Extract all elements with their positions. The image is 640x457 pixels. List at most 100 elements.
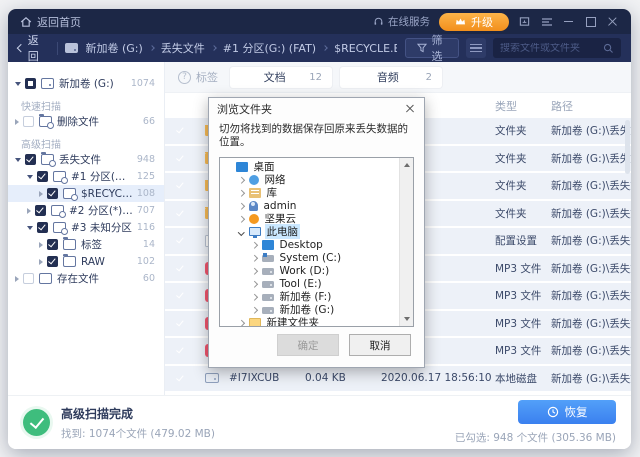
back-button[interactable]: 返回	[18, 32, 49, 64]
chevron-right-icon[interactable]	[39, 242, 43, 248]
chevron-collapsed-icon[interactable]	[251, 255, 257, 261]
chevron-collapsed-icon[interactable]	[251, 268, 257, 274]
sidebar-checkbox[interactable]	[23, 273, 34, 284]
dialog-tree-item[interactable]: Desktop	[222, 238, 395, 251]
chevron-expanded-icon[interactable]	[238, 229, 244, 235]
file-name: #I7IXCUB	[229, 372, 305, 384]
breadcrumb-item[interactable]: 新加卷 (G:)	[85, 40, 142, 56]
feedback-icon[interactable]	[518, 15, 531, 28]
chevron-down-icon[interactable]	[27, 175, 33, 179]
breadcrumb-separator-icon	[322, 45, 328, 51]
sidebar-checkbox[interactable]	[47, 188, 58, 199]
menu-icon[interactable]	[540, 15, 553, 28]
dialog-tree-item[interactable]: 网络	[222, 173, 395, 186]
sidebar-item[interactable]: $RECYCLE.BIN108	[8, 185, 164, 202]
recover-button[interactable]: 恢复	[518, 400, 616, 424]
tab-documents[interactable]: 文档 12	[230, 67, 332, 88]
chevron-collapsed-icon[interactable]	[251, 242, 257, 248]
header-type[interactable]: 类型	[495, 98, 551, 114]
chevron-collapsed-icon[interactable]	[238, 320, 244, 326]
vertical-scrollbar[interactable]	[625, 120, 630, 174]
upgrade-button[interactable]: 升级	[439, 13, 509, 31]
tag-toggle[interactable]: 标签	[178, 69, 218, 85]
search-input[interactable]	[500, 43, 599, 54]
sidebar-checkbox[interactable]	[37, 222, 48, 233]
chevron-collapsed-icon[interactable]	[251, 307, 257, 313]
filter-button[interactable]: 筛选	[405, 38, 460, 58]
sidebar-checkbox[interactable]	[37, 171, 48, 182]
dialog-tree-item[interactable]: 此电脑	[222, 225, 395, 238]
dialog-tree-item[interactable]: System (C:)	[222, 251, 395, 264]
chevron-collapsed-icon[interactable]	[251, 294, 257, 300]
breadcrumb-item[interactable]: #1 分区(G:) (FAT)	[223, 40, 316, 56]
sidebar-checkbox[interactable]	[47, 256, 58, 267]
dialog-tree-item[interactable]: 新建文件夹	[222, 316, 395, 327]
sidebar-checkbox[interactable]	[35, 205, 46, 216]
titlebar: 返回首页 在线服务 升级	[8, 9, 631, 34]
tab-audio[interactable]: 音频 2	[340, 67, 442, 88]
chevron-down-icon[interactable]	[15, 158, 21, 162]
sidebar-item[interactable]: 存在文件60	[8, 270, 164, 287]
chevron-down-icon[interactable]	[15, 82, 21, 86]
ok-button[interactable]: 确定	[277, 334, 339, 356]
view-list-button[interactable]	[466, 38, 486, 58]
search-box	[493, 38, 621, 58]
dialog-tree-label: 此电脑	[265, 224, 301, 239]
sidebar-item-label: $RECYCLE.BIN	[81, 188, 133, 200]
dialog-tree-item[interactable]: Work (D:)	[222, 264, 395, 277]
minimize-button[interactable]	[562, 15, 575, 28]
dialog-tree-item[interactable]: 库	[222, 186, 395, 199]
partition-icon	[53, 171, 66, 182]
sidebar-item[interactable]: 新加卷 (G:)1074	[8, 75, 164, 92]
sidebar-item[interactable]: RAW102	[8, 253, 164, 270]
chevron-right-icon[interactable]	[15, 119, 19, 125]
dialog-scrollbar[interactable]	[399, 158, 413, 326]
breadcrumb-item[interactable]: 丢失文件	[161, 40, 205, 56]
computer-icon	[249, 227, 261, 236]
sidebar-section-label: 快速扫描	[8, 98, 164, 113]
user-icon	[249, 201, 258, 211]
maximize-button[interactable]	[584, 15, 597, 28]
table-row[interactable]: #I7IXCUB0.04 KB2020.06.17 18:56:10本地磁盘新加…	[165, 366, 631, 392]
dialog-tree-label: 库	[265, 185, 280, 200]
chevron-right-icon[interactable]	[39, 191, 43, 197]
chevron-collapsed-icon[interactable]	[238, 190, 244, 196]
dialog-tree-item[interactable]: admin	[222, 199, 395, 212]
chevron-right-icon[interactable]	[27, 208, 31, 214]
dialog-tree-item[interactable]: 坚果云	[222, 212, 395, 225]
close-button[interactable]	[606, 15, 619, 28]
chevron-collapsed-icon[interactable]	[238, 216, 244, 222]
sidebar-item[interactable]: #2 分区(*) (NTF...707	[8, 202, 164, 219]
header-path[interactable]: 路径	[551, 98, 631, 114]
breadcrumb-item[interactable]: $RECYCLE.BIN	[334, 42, 396, 55]
chevron-down-icon[interactable]	[27, 226, 33, 230]
chevron-right-icon[interactable]	[15, 276, 19, 282]
tab-label: 文档	[240, 69, 309, 85]
sidebar-checkbox[interactable]	[25, 78, 36, 89]
search-icon[interactable]	[603, 43, 614, 54]
sidebar-item[interactable]: 标签14	[8, 236, 164, 253]
dialog-tree-item[interactable]: 桌面	[222, 160, 395, 173]
chevron-collapsed-icon[interactable]	[238, 203, 244, 209]
sidebar-item-count: 948	[133, 154, 155, 165]
file-path: 新加卷 (G:)\丢失文...	[551, 371, 631, 386]
sidebar-item-count: 116	[133, 222, 155, 233]
sidebar-item[interactable]: #1 分区(G:) (FAT)125	[8, 168, 164, 185]
sidebar-item-count: 66	[139, 116, 155, 127]
home-button[interactable]: 返回首页	[20, 14, 81, 30]
chevron-collapsed-icon[interactable]	[251, 281, 257, 287]
sidebar-checkbox[interactable]	[25, 154, 36, 165]
sidebar-item[interactable]: 删除文件66	[8, 113, 164, 130]
dialog-close-icon[interactable]	[404, 103, 416, 115]
sidebar-checkbox[interactable]	[47, 239, 58, 250]
sidebar-checkbox[interactable]	[23, 116, 34, 127]
file-type: 本地磁盘	[495, 371, 551, 386]
chevron-right-icon[interactable]	[39, 259, 43, 265]
sidebar-item[interactable]: 丢失文件948	[8, 151, 164, 168]
cancel-button[interactable]: 取消	[349, 334, 411, 356]
dialog-title: 浏览文件夹	[217, 101, 272, 117]
sidebar-item-count: 707	[133, 205, 155, 216]
sidebar-item[interactable]: #3 未知分区116	[8, 219, 164, 236]
online-service-button[interactable]: 在线服务	[373, 14, 430, 29]
chevron-collapsed-icon[interactable]	[238, 177, 244, 183]
